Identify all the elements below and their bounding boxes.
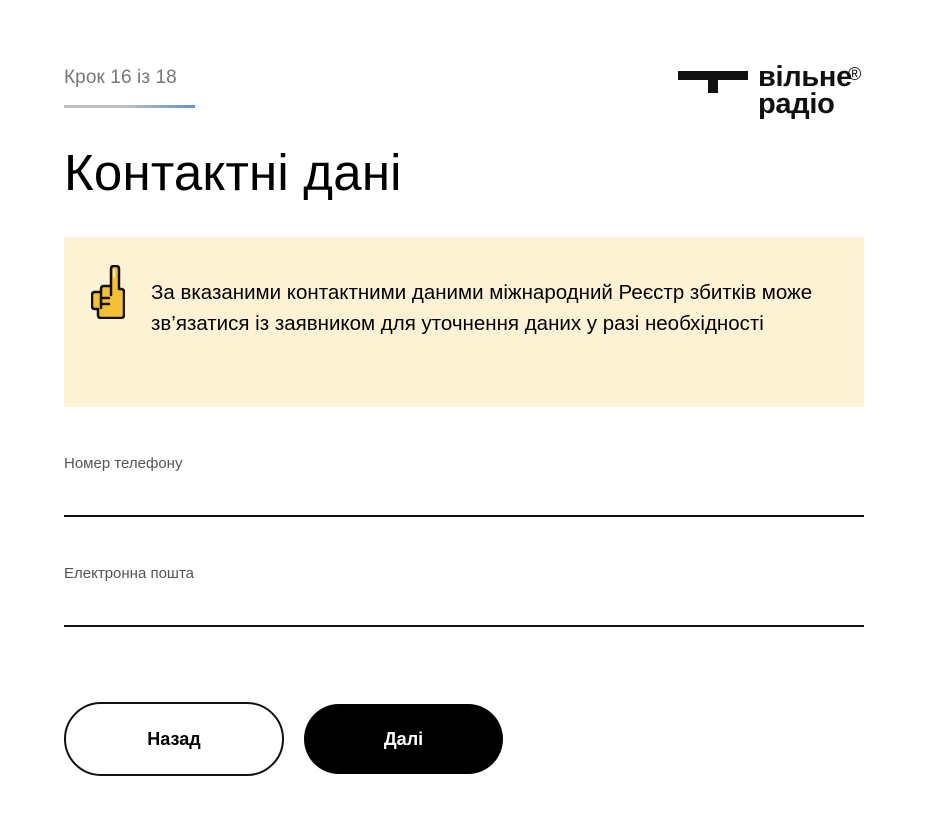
phone-label: Номер телефону [64, 455, 183, 472]
logo-wordmark: вільне радіо [758, 61, 852, 120]
page-title: Контактні дані [64, 144, 402, 201]
next-button[interactable]: Далі [304, 704, 503, 774]
logo-line-1: вільне [758, 61, 852, 93]
email-label: Електронна пошта [64, 565, 195, 582]
step-progress-bar [64, 105, 195, 108]
info-notice: За вказаними контактними даними міжнарод… [64, 237, 864, 407]
back-button[interactable]: Назад [64, 702, 284, 776]
phone-field: Номер телефону [64, 455, 864, 517]
phone-input[interactable] [64, 473, 864, 517]
step-indicator: Крок 16 із 18 [64, 67, 177, 88]
notice-text: За вказаними контактними даними міжнарод… [151, 281, 813, 335]
pointing-finger-icon [91, 265, 125, 319]
registered-mark: ® [848, 64, 862, 84]
logo-line-2: радіо [758, 88, 835, 120]
brand-logo[interactable]: вільне радіо ® [678, 61, 874, 126]
logo-mark-icon [678, 71, 748, 93]
email-field: Електронна пошта [64, 565, 864, 627]
email-input[interactable] [64, 583, 864, 627]
